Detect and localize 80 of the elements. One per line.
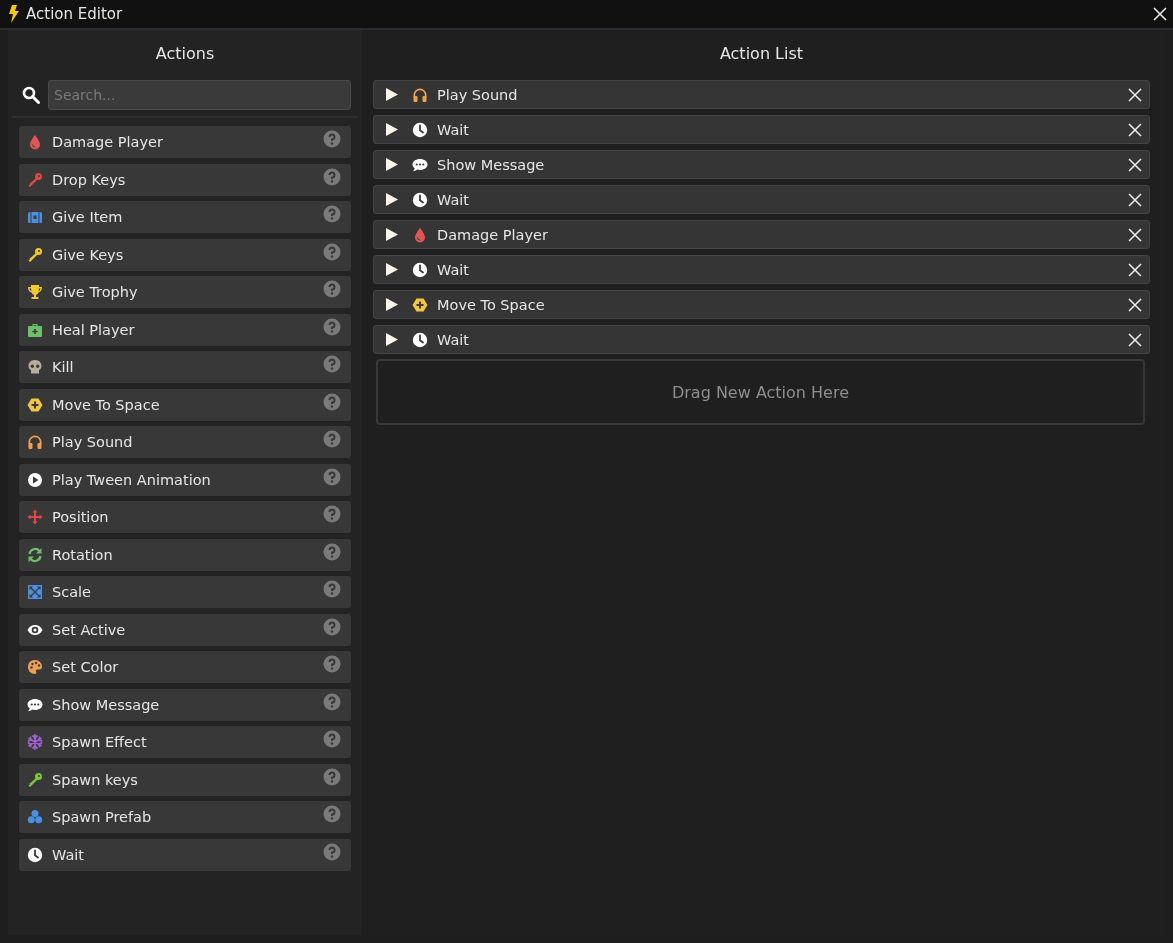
help-icon[interactable] xyxy=(323,655,341,673)
drop-zone[interactable]: Drag New Action Here xyxy=(376,359,1145,425)
action-label: Wait xyxy=(437,331,470,348)
action-item[interactable]: Give Trophy xyxy=(19,276,351,308)
action-item[interactable]: Spawn keys xyxy=(19,763,351,796)
help-icon[interactable] xyxy=(323,617,341,636)
action-label: Play Sound xyxy=(437,86,519,103)
action-list-row[interactable]: Wait xyxy=(373,115,1150,144)
action-item[interactable]: Set Active xyxy=(19,613,351,646)
close-icon[interactable] xyxy=(1153,7,1167,21)
close-icon[interactable] xyxy=(1127,86,1143,103)
action-list-row[interactable]: Wait xyxy=(373,325,1150,354)
action-list-row[interactable]: Show Message xyxy=(373,150,1150,179)
search-icon xyxy=(22,86,40,104)
help-icon[interactable] xyxy=(323,767,341,786)
action-item[interactable]: Spawn Effect xyxy=(19,726,351,758)
action-item[interactable]: Kill xyxy=(19,351,351,383)
action-item[interactable]: Drop Keys xyxy=(19,163,351,196)
action-label: Damage Player xyxy=(437,226,549,243)
help-icon[interactable] xyxy=(323,692,341,711)
expand-triangle-icon[interactable] xyxy=(386,298,398,311)
help-icon[interactable] xyxy=(323,280,341,298)
expand-triangle-icon[interactable] xyxy=(386,263,398,276)
panel-title: Action List xyxy=(718,42,805,65)
help-icon[interactable] xyxy=(323,355,341,373)
action-item[interactable]: Give Keys xyxy=(19,238,351,271)
expand-triangle-icon[interactable] xyxy=(386,193,398,206)
help-icon[interactable] xyxy=(323,542,341,561)
help-icon[interactable] xyxy=(323,430,341,448)
action-item[interactable]: Give Item xyxy=(19,201,351,233)
help-icon[interactable] xyxy=(323,505,341,523)
help-icon[interactable] xyxy=(323,842,341,861)
help-icon[interactable] xyxy=(323,242,341,261)
expand-triangle-icon[interactable] xyxy=(386,88,398,101)
close-icon[interactable] xyxy=(1127,331,1143,348)
action-item[interactable]: Show Message xyxy=(19,688,351,721)
action-list-row[interactable]: Play Sound xyxy=(373,80,1150,109)
action-label: Move To Space xyxy=(437,296,546,313)
expand-triangle-icon[interactable] xyxy=(386,228,398,241)
action-item[interactable]: Play Sound xyxy=(19,426,351,458)
close-icon[interactable] xyxy=(1127,296,1143,313)
help-icon[interactable] xyxy=(323,730,341,748)
expand-triangle-icon[interactable] xyxy=(386,158,398,171)
close-icon[interactable] xyxy=(1127,156,1143,173)
close-icon[interactable] xyxy=(1127,226,1143,243)
action-label: Wait xyxy=(437,121,470,138)
action-item[interactable]: Spawn Prefab xyxy=(19,801,351,833)
action-item[interactable]: Wait xyxy=(19,838,351,871)
help-icon[interactable] xyxy=(323,167,341,186)
action-item[interactable]: Position xyxy=(19,501,351,533)
action-item[interactable]: Set Color xyxy=(19,651,351,683)
action-list-row[interactable]: Move To Space xyxy=(373,290,1150,319)
action-item[interactable]: Move To Space xyxy=(19,388,351,421)
help-icon[interactable] xyxy=(323,317,341,336)
action-item[interactable]: Heal Player xyxy=(19,313,351,346)
action-item[interactable]: Rotation xyxy=(19,538,351,571)
close-icon[interactable] xyxy=(1127,191,1143,208)
help-icon[interactable] xyxy=(323,130,341,148)
close-icon[interactable] xyxy=(1127,121,1143,138)
search-field[interactable]: Search... xyxy=(48,80,351,110)
help-icon[interactable] xyxy=(323,467,341,486)
action-label: Show Message xyxy=(437,156,546,173)
expand-triangle-icon[interactable] xyxy=(386,333,398,346)
help-icon[interactable] xyxy=(323,205,341,223)
help-icon[interactable] xyxy=(323,392,341,411)
panel-title: Actions xyxy=(154,42,216,65)
action-list-row[interactable]: Damage Player xyxy=(373,220,1150,249)
action-item[interactable]: Scale xyxy=(19,576,351,608)
window-title: Action Editor xyxy=(26,5,124,23)
action-label: Wait xyxy=(437,261,470,278)
action-label: Wait xyxy=(437,191,470,208)
action-item[interactable]: Play Tween Animation xyxy=(19,463,351,496)
action-list-row[interactable]: Wait xyxy=(373,255,1150,284)
action-item[interactable]: Damage Player xyxy=(19,126,351,158)
help-icon[interactable] xyxy=(323,580,341,598)
action-list-row[interactable]: Wait xyxy=(373,185,1150,214)
help-icon[interactable] xyxy=(323,805,341,823)
expand-triangle-icon[interactable] xyxy=(386,123,398,136)
close-icon[interactable] xyxy=(1127,261,1143,278)
lightning-icon xyxy=(8,5,20,23)
